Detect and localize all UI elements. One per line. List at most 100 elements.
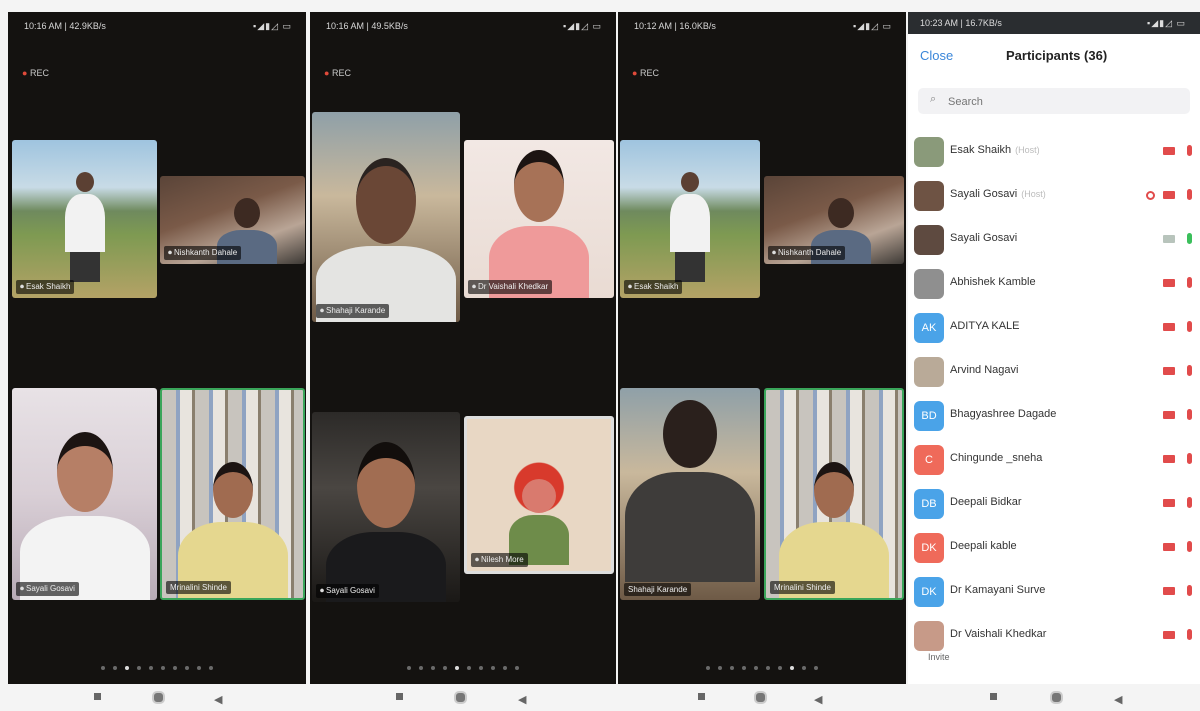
- home-button[interactable]: [152, 691, 165, 704]
- participant-controls: [1163, 628, 1192, 642]
- video-camera-icon[interactable]: [1163, 147, 1175, 155]
- video-tile-active-speaker[interactable]: Mrinalini Shinde: [764, 388, 904, 600]
- avatar: DB: [914, 489, 944, 519]
- participant-row[interactable]: Dr Vaishali Khedkar: [908, 614, 1200, 658]
- status-time: 10:16 AM | 42.9KB/s: [24, 21, 106, 31]
- participant-name-label: Shahaji Karande: [624, 583, 692, 596]
- participant-row[interactable]: DB Deepali Bidkar: [908, 482, 1200, 526]
- microphone-icon[interactable]: [1187, 585, 1192, 596]
- participant-figure: [326, 442, 446, 602]
- video-camera-icon[interactable]: [1163, 367, 1175, 375]
- video-tile[interactable]: ⏺ Nishkanth Dahale: [764, 176, 904, 264]
- participant-row[interactable]: Sayali Gosavi: [908, 218, 1200, 262]
- android-nav-bar: ◀: [908, 688, 1200, 711]
- participant-name: Dr Kamayani Surve: [950, 584, 1046, 596]
- video-tile[interactable]: ⏺ Shahaji Karande: [312, 112, 460, 322]
- video-camera-icon[interactable]: [1163, 587, 1175, 595]
- participant-row[interactable]: DK Deepali kable: [908, 526, 1200, 570]
- recording-indicator: ● REC: [324, 68, 351, 78]
- back-icon[interactable]: ◀: [518, 693, 526, 706]
- recording-indicator: ● REC: [632, 68, 659, 78]
- avatar: [914, 357, 944, 387]
- microphone-icon[interactable]: [1187, 277, 1192, 288]
- home-button[interactable]: [454, 691, 467, 704]
- participant-row[interactable]: BD Bhagyashree Dagade: [908, 394, 1200, 438]
- close-button[interactable]: Close: [920, 48, 953, 63]
- avatar: AK: [914, 313, 944, 343]
- video-tile[interactable]: ⏺ Nishkanth Dahale: [160, 176, 305, 264]
- video-tile[interactable]: ⏺ Sayali Gosavi: [12, 388, 157, 600]
- microphone-icon[interactable]: [1187, 629, 1192, 640]
- recents-button[interactable]: [990, 693, 997, 700]
- back-icon[interactable]: ◀: [214, 693, 222, 706]
- search-icon: ⌕: [930, 93, 937, 105]
- participant-figure: [177, 462, 288, 598]
- microphone-icon: ⏺: [320, 306, 324, 315]
- participant-name: Sayali Gosavi (Host): [950, 188, 1046, 200]
- avatar: [914, 181, 944, 211]
- participant-controls: [1146, 188, 1192, 202]
- video-camera-icon[interactable]: [1163, 191, 1175, 199]
- microphone-icon[interactable]: [1187, 497, 1192, 508]
- screen-share-icon: [1146, 191, 1155, 200]
- microphone-icon[interactable]: [1187, 541, 1192, 552]
- video-camera-icon[interactable]: [1163, 323, 1175, 331]
- page-indicator[interactable]: [8, 666, 306, 670]
- page-title: Participants (36): [1006, 48, 1108, 63]
- video-tile[interactable]: ⏺ Sayali Gosavi: [312, 412, 460, 602]
- microphone-icon[interactable]: [1187, 233, 1192, 244]
- microphone-icon[interactable]: [1187, 145, 1192, 156]
- participant-row[interactable]: Esak Shaikh (Host): [908, 130, 1200, 174]
- video-tile[interactable]: ⏺ Esak Shaikh: [620, 140, 760, 298]
- video-camera-icon[interactable]: [1163, 631, 1175, 639]
- page-indicator[interactable]: [618, 666, 906, 670]
- video-camera-icon[interactable]: [1163, 543, 1175, 551]
- page-indicator[interactable]: [310, 666, 616, 670]
- video-camera-icon[interactable]: [1163, 235, 1175, 243]
- recents-button[interactable]: [698, 693, 705, 700]
- search-box[interactable]: ⌕: [918, 88, 1190, 114]
- participant-row[interactable]: Arvind Nagavi: [908, 350, 1200, 394]
- participant-controls: [1163, 364, 1192, 378]
- participant-name-label: ⏺ Nishkanth Dahale: [768, 246, 846, 260]
- participant-row[interactable]: DK Dr Kamayani Surve: [908, 570, 1200, 614]
- invite-button[interactable]: Invite: [928, 652, 950, 662]
- android-nav-bar: ◀: [618, 688, 906, 711]
- participant-name: Deepali kable: [950, 540, 1017, 552]
- participant-row[interactable]: Abhishek Kamble: [908, 262, 1200, 306]
- participant-name-label: ⏺ Esak Shaikh: [16, 280, 75, 294]
- video-tile[interactable]: ⏺ Nilesh More: [464, 416, 614, 574]
- microphone-icon[interactable]: [1187, 409, 1192, 420]
- microphone-icon[interactable]: [1187, 321, 1192, 332]
- participant-name-label: ⏺ Dr Vaishali Khedkar: [468, 280, 553, 294]
- participant-figure: [670, 172, 710, 282]
- microphone-icon: ⏺: [472, 282, 476, 291]
- recents-button[interactable]: [94, 693, 101, 700]
- participant-name: Abhishek Kamble: [950, 276, 1036, 288]
- microphone-icon[interactable]: [1187, 365, 1192, 376]
- microphone-icon[interactable]: [1187, 453, 1192, 464]
- participant-row[interactable]: Sayali Gosavi (Host): [908, 174, 1200, 218]
- participant-name: Dr Vaishali Khedkar: [950, 628, 1047, 640]
- participant-figure: [779, 462, 889, 598]
- video-tile[interactable]: Shahaji Karande: [620, 388, 760, 600]
- back-icon[interactable]: ◀: [814, 693, 822, 706]
- video-camera-icon[interactable]: [1163, 499, 1175, 507]
- status-time: 10:23 AM | 16.7KB/s: [920, 18, 1002, 28]
- android-nav-bar: ◀: [8, 688, 306, 711]
- video-camera-icon[interactable]: [1163, 411, 1175, 419]
- participant-row[interactable]: C Chingunde _sneha: [908, 438, 1200, 482]
- video-camera-icon[interactable]: [1163, 455, 1175, 463]
- recents-button[interactable]: [396, 693, 403, 700]
- participant-row[interactable]: AK ADITYA KALE: [908, 306, 1200, 350]
- home-button[interactable]: [1050, 691, 1063, 704]
- video-tile[interactable]: ⏺ Dr Vaishali Khedkar: [464, 140, 614, 298]
- video-tile[interactable]: ⏺ Esak Shaikh: [12, 140, 157, 298]
- back-icon[interactable]: ◀: [1114, 693, 1122, 706]
- home-button[interactable]: [754, 691, 767, 704]
- video-tile-active-speaker[interactable]: Mrinalini Shinde: [160, 388, 305, 600]
- avatar: [914, 225, 944, 255]
- video-camera-icon[interactable]: [1163, 279, 1175, 287]
- microphone-icon[interactable]: [1187, 189, 1192, 200]
- search-input[interactable]: [946, 92, 1180, 112]
